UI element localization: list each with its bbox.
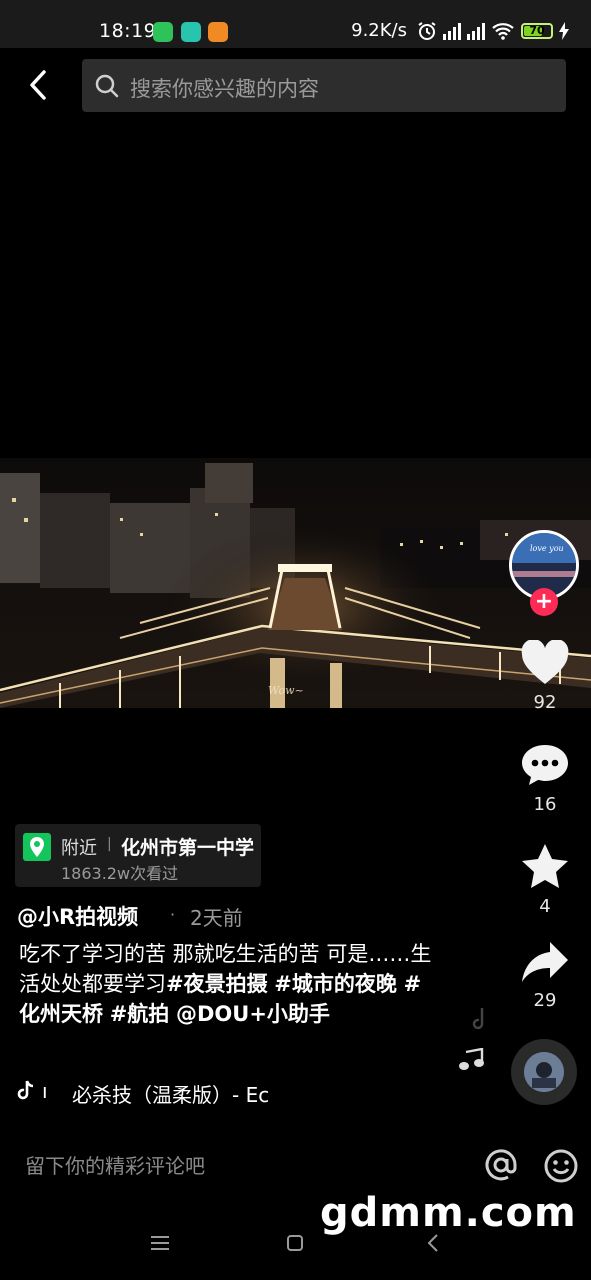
post-time: 2天前 [190,906,243,930]
avatar-text: love you [530,544,564,553]
music-disc-button[interactable] [511,1039,577,1105]
battery-icon: 70 [521,22,553,39]
hashtag-night-scene[interactable]: #夜景拍摄 [166,972,268,996]
comment-count: 16 [533,794,557,815]
mention-at-icon[interactable] [483,1147,519,1183]
share-count: 29 [533,990,557,1011]
favorite-count: 4 [539,896,551,917]
author-name[interactable]: @小R拍视频 [17,901,138,931]
alarm-icon [418,21,436,40]
nav-back-icon[interactable] [426,1232,440,1254]
signal-2-icon [467,22,485,40]
like-button[interactable]: 92 [515,639,575,713]
location-name: 化州市第一中学 [121,837,255,859]
favorite-button[interactable]: 4 [515,842,575,917]
watermark: gdmm.com [320,1190,577,1236]
comment-input[interactable]: 留下你的精彩评论吧 [25,1150,205,1179]
battery-level: 70 [529,24,545,37]
hashtag-city-night[interactable]: #城市的夜晚 [274,972,397,996]
comment-icon [522,745,568,785]
heart-icon [521,639,569,684]
tiktok-note-icon [17,1080,34,1100]
video-caption: 吃不了学习的苦 那就吃生活的苦 可是……生活处处都要学习#夜景拍摄 #城市的夜晚… [19,939,439,1029]
share-button[interactable]: 29 [515,940,575,1011]
nav-home-icon[interactable] [286,1234,304,1252]
search-input[interactable]: 搜索你感兴趣的内容 [130,73,319,103]
location-separator: | [107,836,112,852]
chevron-left-icon [30,70,46,100]
mention-dou-helper[interactable]: @DOU+小助手 [176,1002,330,1026]
music-cover-image [524,1052,564,1092]
search-icon [95,74,119,98]
star-icon [522,844,568,888]
share-icon [522,942,568,982]
location-views: 1863.2w次看过 [61,864,179,883]
comment-button[interactable]: 16 [515,742,575,815]
music-scroll-fragment: ı [42,1079,48,1103]
wifi-icon [492,22,514,40]
video-overlay-text: Wow~ [268,684,304,697]
wechat-notification-icon [153,22,173,42]
location-pin-icon [23,833,51,861]
location-nearby-label: 附近 [61,838,97,859]
network-speed: 9.2K/s [351,20,407,41]
music-title: 必杀技（温柔版）- Ec [72,1083,270,1107]
status-right: 9.2K/s 70 [351,20,569,41]
back-button[interactable] [22,66,58,106]
floating-note-icon [472,1008,484,1030]
weibo-notification-icon [208,22,228,42]
signal-1-icon [443,22,461,40]
status-time: 18:19 [99,20,157,42]
video-player[interactable]: Wow~ [0,458,591,708]
assistant-notification-icon [181,22,201,42]
nav-menu-icon[interactable] [150,1234,170,1252]
search-bar[interactable]: 搜索你感兴趣的内容 [82,59,566,112]
status-bar: 18:19 9.2K/s 70 [0,0,591,48]
follow-button[interactable]: + [530,588,558,616]
video-frame-image: Wow~ [0,458,591,708]
hashtag-aerial[interactable]: #航拍 [110,1002,170,1026]
floating-double-note-icon [459,1048,484,1070]
meta-dot: · [170,905,176,924]
charging-icon [559,21,569,40]
like-count: 92 [533,692,557,713]
plus-icon: + [534,589,554,614]
emoji-icon[interactable] [543,1148,579,1184]
location-card[interactable]: 附近 | 化州市第一中学 1863.2w次看过 [15,824,261,887]
